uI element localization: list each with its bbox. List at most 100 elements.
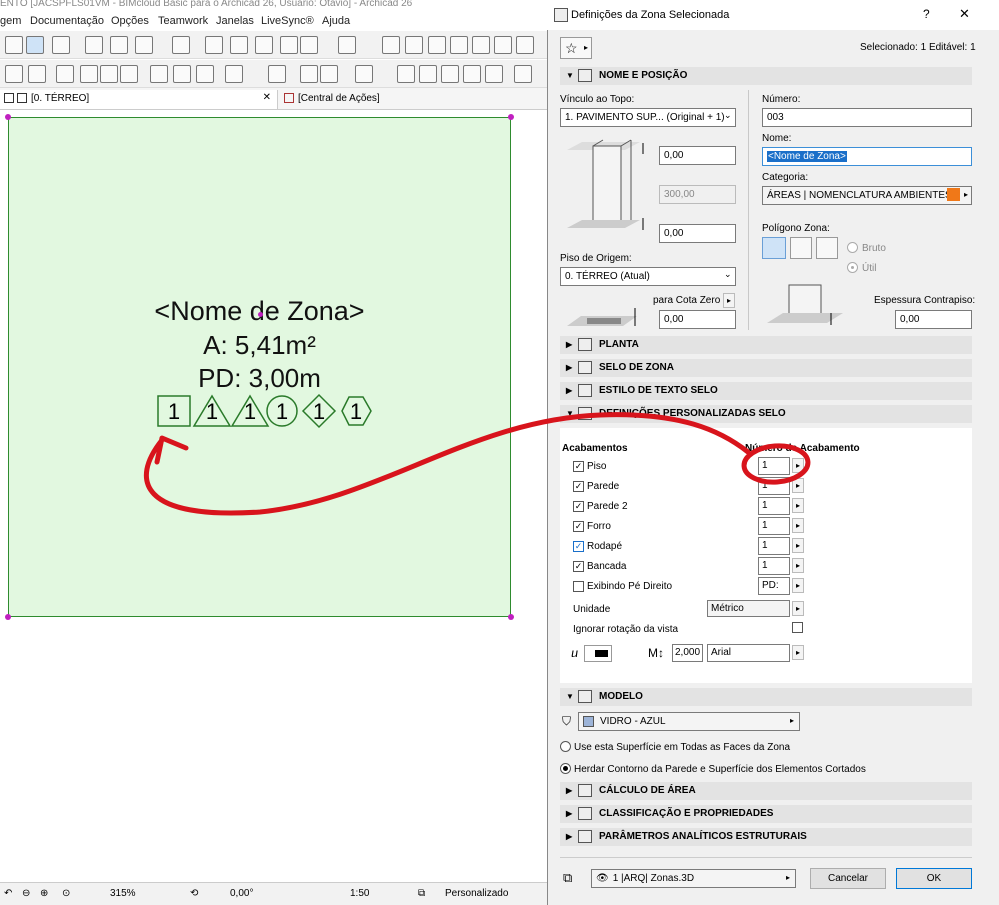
view-mode[interactable]: Personalizado bbox=[445, 888, 508, 899]
lock-icon[interactable] bbox=[172, 36, 190, 54]
layer-icon[interactable] bbox=[205, 36, 223, 54]
cancel-button[interactable]: Cancelar bbox=[810, 868, 886, 889]
column-icon[interactable] bbox=[110, 36, 128, 54]
zoom-out-icon[interactable]: ⊖ bbox=[22, 888, 30, 899]
edit-icon[interactable] bbox=[419, 65, 437, 83]
mirror-icon[interactable] bbox=[255, 36, 273, 54]
wall-finish-menu[interactable]: ▸ bbox=[792, 478, 804, 493]
menu-item-windows[interactable]: Janelas bbox=[216, 15, 254, 27]
layer-select[interactable]: 👁 1 |ARQ| Zonas.3D bbox=[591, 869, 796, 888]
split-icon[interactable] bbox=[56, 65, 74, 83]
zone-reference-point[interactable] bbox=[258, 312, 263, 317]
wall-finish-field[interactable]: 1 bbox=[758, 477, 790, 495]
zoom-level[interactable]: 315% bbox=[110, 888, 136, 899]
font-select[interactable]: Arial bbox=[707, 644, 790, 662]
to-zero-menu-button[interactable]: ▸ bbox=[723, 293, 735, 308]
section-structural[interactable]: ▶ PARÂMETROS ANALÍTICOS ESTRUTURAIS bbox=[560, 828, 972, 846]
close-button[interactable]: ✕ bbox=[959, 6, 970, 22]
shape-icon[interactable] bbox=[300, 36, 318, 54]
zone-vertex-handle[interactable] bbox=[508, 614, 514, 620]
rotation-icon[interactable]: ⟲ bbox=[190, 888, 198, 899]
surface-select[interactable]: VIDRO - AZUL bbox=[578, 712, 800, 731]
ceiling-finish-field[interactable]: 1 bbox=[758, 517, 790, 535]
undo-icon[interactable]: ↶ bbox=[4, 888, 12, 899]
section-text-style[interactable]: ▶ ESTILO DE TEXTO SELO bbox=[560, 382, 972, 400]
selection-icon[interactable] bbox=[5, 36, 23, 54]
delete-icon[interactable] bbox=[485, 65, 503, 83]
floor-finish-menu[interactable]: ▸ bbox=[792, 458, 804, 473]
zone-vertex-handle[interactable] bbox=[508, 114, 514, 120]
stretch-icon[interactable] bbox=[173, 65, 191, 83]
wall2-finish-field[interactable]: 1 bbox=[758, 497, 790, 515]
wall2-finish-menu[interactable]: ▸ bbox=[792, 498, 804, 513]
section-area-calculation[interactable]: ▶ CÁLCULO DE ÁREA bbox=[560, 782, 972, 800]
fillet-icon[interactable] bbox=[450, 36, 468, 54]
menu-item-help[interactable]: Ajuda bbox=[322, 15, 350, 27]
baseboard-finish-menu[interactable]: ▸ bbox=[792, 538, 804, 553]
copy-icon[interactable] bbox=[441, 65, 459, 83]
triangle-icon[interactable] bbox=[338, 36, 356, 54]
counter-finish-menu[interactable]: ▸ bbox=[792, 558, 804, 573]
polygon-rectangle-button[interactable] bbox=[790, 237, 812, 259]
to-zero-field[interactable]: 0,00 bbox=[659, 310, 736, 329]
menu-item-teamwork[interactable]: Teamwork bbox=[158, 15, 208, 27]
counter-finish-checkbox[interactable]: ✓ bbox=[573, 561, 584, 572]
view-angle[interactable]: 0,00° bbox=[230, 888, 253, 899]
paste-icon[interactable] bbox=[463, 65, 481, 83]
counter-finish-field[interactable]: 1 bbox=[758, 557, 790, 575]
font-menu[interactable]: ▸ bbox=[792, 645, 804, 660]
cut-icon[interactable] bbox=[382, 36, 400, 54]
home-story-select[interactable]: 0. TÉRREO (Atual) bbox=[560, 267, 736, 286]
top-offset-field[interactable]: 0,00 bbox=[659, 146, 736, 165]
zoom-fit-icon[interactable]: ⊙ bbox=[62, 888, 70, 899]
layer-combo-icon[interactable]: ⧉ bbox=[418, 888, 425, 899]
category-select[interactable]: ÁREAS | NOMENCLATURA AMBIENTES bbox=[762, 186, 972, 205]
tab-floor-plan[interactable]: [0. TÉRREO] ✕ bbox=[0, 90, 278, 109]
offset-icon[interactable] bbox=[428, 36, 446, 54]
show-height-menu[interactable]: ▸ bbox=[792, 578, 804, 593]
close-tab-icon[interactable]: ✕ bbox=[263, 92, 271, 103]
menu-item-documentation[interactable]: Documentação bbox=[30, 15, 104, 27]
home-icon[interactable] bbox=[397, 65, 415, 83]
group-icon[interactable] bbox=[225, 65, 243, 83]
marquee-icon[interactable] bbox=[26, 36, 44, 54]
baseboard-finish-checkbox[interactable]: ✓ bbox=[573, 541, 584, 552]
scale-value[interactable]: 1:50 bbox=[350, 888, 369, 899]
zone-number-field[interactable]: 003 bbox=[762, 108, 972, 127]
section-classification[interactable]: ▶ CLASSIFICAÇÃO E PROPRIEDADES bbox=[560, 805, 972, 823]
ok-button[interactable]: OK bbox=[896, 868, 972, 889]
zone-vertex-handle[interactable] bbox=[5, 614, 11, 620]
ignore-rotation-checkbox[interactable] bbox=[792, 622, 803, 633]
align-icon[interactable] bbox=[405, 36, 423, 54]
menu-item-options[interactable]: Opções bbox=[111, 15, 149, 27]
unit-menu[interactable]: ▸ bbox=[792, 601, 804, 616]
help-button[interactable]: ? bbox=[923, 7, 930, 21]
layer-settings-icon[interactable] bbox=[320, 65, 338, 83]
wall-icon[interactable] bbox=[85, 36, 103, 54]
rotate-icon[interactable] bbox=[280, 36, 298, 54]
gross-radio[interactable] bbox=[847, 242, 858, 253]
section-plan[interactable]: ▶ PLANTA bbox=[560, 336, 972, 354]
floor-finish-field[interactable]: 1 bbox=[758, 457, 790, 475]
add-icon[interactable] bbox=[355, 65, 373, 83]
text-size-field[interactable]: 2,000 bbox=[672, 644, 703, 662]
section-zone-stamp[interactable]: ▶ SELO DE ZONA bbox=[560, 359, 972, 377]
window-icon[interactable] bbox=[135, 36, 153, 54]
wall-finish-checkbox[interactable]: ✓ bbox=[573, 481, 584, 492]
baseboard-finish-field[interactable]: 1 bbox=[758, 537, 790, 555]
zone-vertex-handle[interactable] bbox=[5, 114, 11, 120]
polygon-manual-button[interactable] bbox=[762, 237, 786, 259]
zone-name-field[interactable]: <Nome de Zona> bbox=[762, 147, 972, 166]
section-model[interactable]: ▼ MODELO bbox=[560, 688, 972, 706]
grid-icon[interactable] bbox=[52, 36, 70, 54]
document-icon[interactable] bbox=[28, 65, 46, 83]
grid-snap-icon[interactable] bbox=[230, 36, 248, 54]
resize-icon[interactable] bbox=[196, 65, 214, 83]
order-icon[interactable] bbox=[268, 65, 286, 83]
menu-item-view[interactable]: gem bbox=[0, 15, 21, 27]
explode-icon[interactable] bbox=[516, 36, 534, 54]
polygon-auto-button[interactable] bbox=[816, 237, 838, 259]
floor-thickness-field[interactable]: 0,00 bbox=[895, 310, 972, 329]
show-height-checkbox[interactable] bbox=[573, 581, 584, 592]
show-height-field[interactable]: PD: bbox=[758, 577, 790, 595]
